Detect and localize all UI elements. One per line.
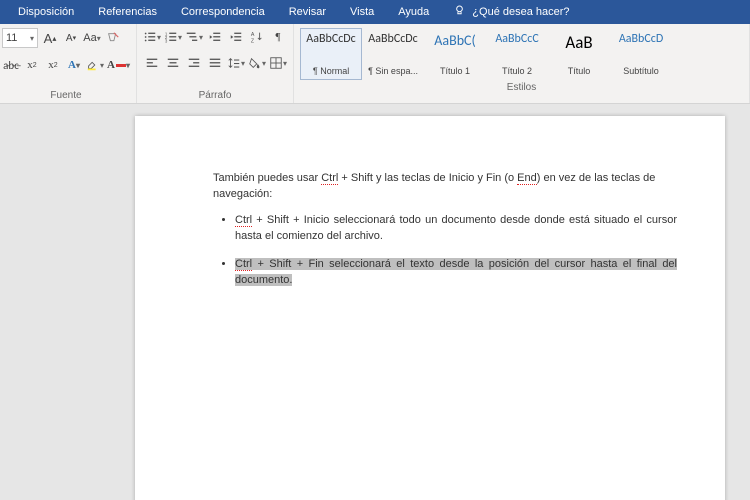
style-name: Título 2 [502, 66, 532, 76]
text-effects-button[interactable]: A▾ [65, 56, 83, 74]
grow-font-button[interactable]: A▴ [41, 29, 59, 47]
style-name: ¶ Sin espa... [368, 66, 418, 76]
bullets-button[interactable]: ▾ [143, 28, 161, 46]
tab-help[interactable]: Ayuda [386, 2, 441, 22]
style-subtitle[interactable]: AaBbCcD Subtítulo [610, 28, 672, 80]
tab-layout[interactable]: Disposición [6, 2, 86, 22]
shading-button[interactable]: ▾ [248, 54, 266, 72]
page-1[interactable]: También puedes usar Ctrl + Shift y las t… [135, 116, 725, 500]
group-styles: AaBbCcDc ¶ Normal AaBbCcDc ¶ Sin espa...… [294, 24, 750, 103]
change-case-button[interactable]: Aa▾ [83, 29, 101, 47]
style-name: Título [568, 66, 591, 76]
justify-button[interactable] [206, 54, 224, 72]
styles-gallery[interactable]: AaBbCcDc ¶ Normal AaBbCcDc ¶ Sin espa...… [300, 28, 743, 80]
tab-mailings[interactable]: Correspondencia [169, 2, 277, 22]
group-font-label: Fuente [2, 88, 130, 103]
show-marks-button[interactable]: ¶ [269, 28, 287, 46]
group-font: 11 ▾ A▴ A▾ Aa▾ a̶b̶c̶ x2 x2 A▾ ▾ A▾ [0, 24, 137, 103]
clear-formatting-button[interactable] [104, 29, 122, 47]
sort-button[interactable]: AZ [248, 28, 266, 46]
style-heading2[interactable]: AaBbCcC Título 2 [486, 28, 548, 80]
increase-indent-button[interactable] [227, 28, 245, 46]
decrease-indent-button[interactable] [206, 28, 224, 46]
group-paragraph-label: Párrafo [143, 88, 287, 103]
align-center-button[interactable] [164, 54, 182, 72]
align-right-button[interactable] [185, 54, 203, 72]
style-name: ¶ Normal [313, 66, 349, 76]
highlight-button[interactable]: ▾ [86, 56, 104, 74]
font-size-value: 11 [6, 32, 17, 44]
lightbulb-icon [453, 4, 466, 20]
svg-text:Z: Z [251, 38, 255, 44]
ribbon: 11 ▾ A▴ A▾ Aa▾ a̶b̶c̶ x2 x2 A▾ ▾ A▾ [0, 24, 750, 104]
borders-button[interactable]: ▾ [269, 54, 287, 72]
multilevel-list-button[interactable]: ▾ [185, 28, 203, 46]
line-spacing-button[interactable]: ▾ [227, 54, 245, 72]
intro-paragraph[interactable]: También puedes usar Ctrl + Shift y las t… [213, 171, 677, 203]
style-title[interactable]: AaB Título [548, 28, 610, 80]
style-no-spacing[interactable]: AaBbCcDc ¶ Sin espa... [362, 28, 424, 80]
style-heading1[interactable]: AaBbC( Título 1 [424, 28, 486, 80]
document-canvas[interactable]: También puedes usar Ctrl + Shift y las t… [0, 104, 750, 500]
ribbon-tab-strip: Disposición Referencias Correspondencia … [0, 0, 750, 24]
tell-me-box[interactable]: ¿Qué desea hacer? [441, 4, 569, 20]
strikethrough-button[interactable]: a̶b̶c̶ [2, 56, 20, 74]
chevron-down-icon: ▾ [30, 34, 34, 43]
tell-me-placeholder: ¿Qué desea hacer? [472, 6, 569, 18]
align-left-button[interactable] [143, 54, 161, 72]
style-name: Subtítulo [623, 66, 659, 76]
group-paragraph: ▾ 123▾ ▾ AZ ¶ ▾ ▾ ▾ Párrafo [137, 24, 294, 103]
svg-text:3: 3 [165, 38, 168, 43]
font-color-button[interactable]: A▾ [107, 56, 130, 74]
superscript-button[interactable]: x2 [44, 56, 62, 74]
svg-text:A: A [251, 32, 255, 38]
font-size-combo[interactable]: 11 ▾ [2, 28, 38, 48]
tab-view[interactable]: Vista [338, 2, 386, 22]
group-styles-label: Estilos [300, 80, 743, 95]
style-name: Título 1 [440, 66, 470, 76]
bullet-item-1[interactable]: Ctrl + Shift + Inicio seleccionará todo … [235, 213, 677, 245]
numbering-button[interactable]: 123▾ [164, 28, 182, 46]
bullet-item-2[interactable]: Ctrl + Shift + Fin seleccionará el texto… [235, 257, 677, 289]
subscript-button[interactable]: x2 [23, 56, 41, 74]
shrink-font-button[interactable]: A▾ [62, 29, 80, 47]
style-normal[interactable]: AaBbCcDc ¶ Normal [300, 28, 362, 80]
tab-references[interactable]: Referencias [86, 2, 169, 22]
tab-review[interactable]: Revisar [277, 2, 338, 22]
